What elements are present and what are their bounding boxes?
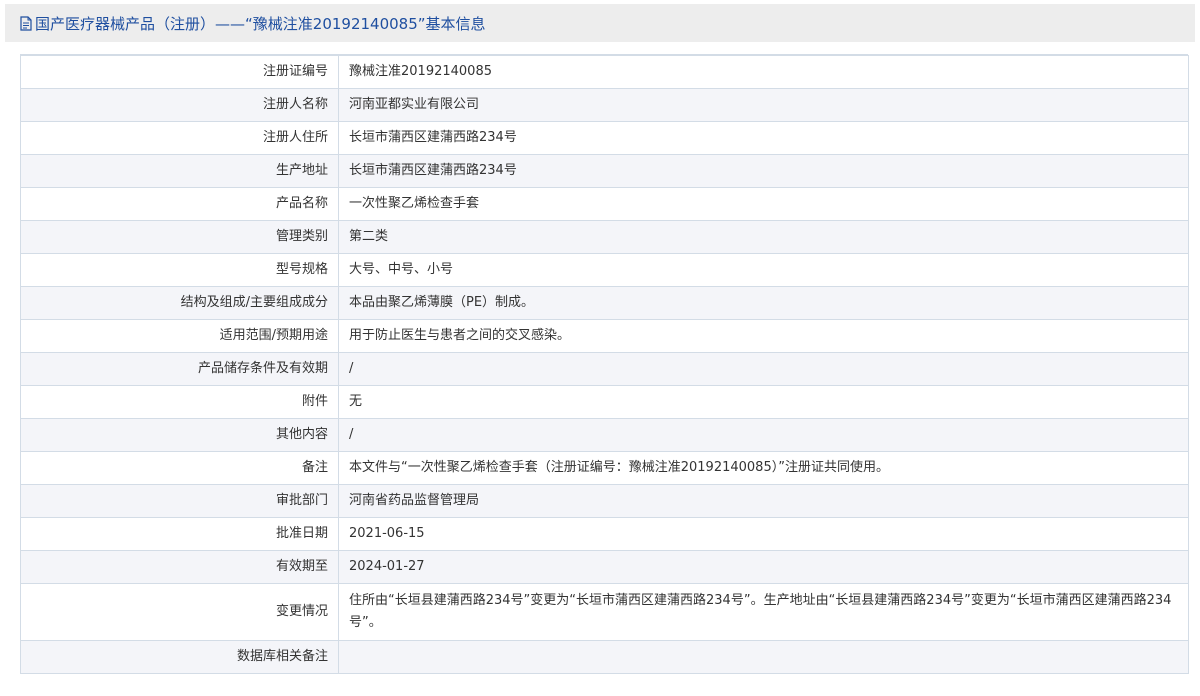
- field-value: 河南省药品监督管理局: [338, 484, 1189, 518]
- info-table-container: 注册证编号 豫械注准20192140085 注册人名称 河南亚都实业有限公司 注…: [20, 54, 1189, 674]
- table-row: 注册人名称 河南亚都实业有限公司: [20, 88, 1189, 122]
- field-value: /: [338, 352, 1189, 386]
- field-value: 河南亚都实业有限公司: [338, 88, 1189, 122]
- field-label: 管理类别: [20, 220, 339, 254]
- field-label: 注册证编号: [20, 55, 339, 89]
- field-label: 变更情况: [20, 583, 339, 641]
- field-label: 注册人住所: [20, 121, 339, 155]
- field-label: 适用范围/预期用途: [20, 319, 339, 353]
- field-value: [338, 640, 1189, 674]
- field-label: 数据库相关备注: [20, 640, 339, 674]
- table-row: 附件 无: [20, 385, 1189, 419]
- table-row: 生产地址 长垣市蒲西区建蒲西路234号: [20, 154, 1189, 188]
- table-row: 注册证编号 豫械注准20192140085: [20, 55, 1189, 89]
- field-label: 生产地址: [20, 154, 339, 188]
- field-label: 产品储存条件及有效期: [20, 352, 339, 386]
- table-row: 管理类别 第二类: [20, 220, 1189, 254]
- field-label: 型号规格: [20, 253, 339, 287]
- table-row: 型号规格 大号、中号、小号: [20, 253, 1189, 287]
- field-value: 住所由“长垣县建蒲西路234号”变更为“长垣市蒲西区建蒲西路234号”。生产地址…: [338, 583, 1189, 641]
- table-row: 审批部门 河南省药品监督管理局: [20, 484, 1189, 518]
- field-label: 批准日期: [20, 517, 339, 551]
- field-value: 大号、中号、小号: [338, 253, 1189, 287]
- field-value: 本文件与“一次性聚乙烯检查手套（注册证编号：豫械注准20192140085）”注…: [338, 451, 1189, 485]
- field-label: 其他内容: [20, 418, 339, 452]
- table-row: 批准日期 2021-06-15: [20, 517, 1189, 551]
- table-row: 适用范围/预期用途 用于防止医生与患者之间的交叉感染。: [20, 319, 1189, 353]
- field-label: 有效期至: [20, 550, 339, 584]
- field-value: 长垣市蒲西区建蒲西路234号: [338, 121, 1189, 155]
- field-label: 附件: [20, 385, 339, 419]
- table-row: 其他内容 /: [20, 418, 1189, 452]
- field-value: 2021-06-15: [338, 517, 1189, 551]
- field-value: 豫械注准20192140085: [338, 55, 1189, 89]
- field-label: 结构及组成/主要组成成分: [20, 286, 339, 320]
- table-row: 注册人住所 长垣市蒲西区建蒲西路234号: [20, 121, 1189, 155]
- page-header: 国产医疗器械产品（注册）——“豫械注准20192140085”基本信息: [5, 4, 1195, 42]
- field-value: 长垣市蒲西区建蒲西路234号: [338, 154, 1189, 188]
- table-row: 数据库相关备注: [20, 640, 1189, 674]
- table-row: 有效期至 2024-01-27: [20, 550, 1189, 584]
- table-row: 变更情况 住所由“长垣县建蒲西路234号”变更为“长垣市蒲西区建蒲西路234号”…: [20, 583, 1189, 641]
- info-table: 注册证编号 豫械注准20192140085 注册人名称 河南亚都实业有限公司 注…: [20, 55, 1189, 674]
- field-label: 注册人名称: [20, 88, 339, 122]
- field-value: /: [338, 418, 1189, 452]
- field-value: 2024-01-27: [338, 550, 1189, 584]
- page-title: 国产医疗器械产品（注册）——“豫械注准20192140085”基本信息: [35, 14, 486, 33]
- document-icon: [20, 15, 32, 31]
- field-value: 用于防止医生与患者之间的交叉感染。: [338, 319, 1189, 353]
- table-row: 产品储存条件及有效期 /: [20, 352, 1189, 386]
- field-value: 第二类: [338, 220, 1189, 254]
- field-label: 审批部门: [20, 484, 339, 518]
- table-row: 结构及组成/主要组成成分 本品由聚乙烯薄膜（PE）制成。: [20, 286, 1189, 320]
- table-row: 备注 本文件与“一次性聚乙烯检查手套（注册证编号：豫械注准20192140085…: [20, 451, 1189, 485]
- field-value: 本品由聚乙烯薄膜（PE）制成。: [338, 286, 1189, 320]
- field-label: 产品名称: [20, 187, 339, 221]
- field-label: 备注: [20, 451, 339, 485]
- field-value: 一次性聚乙烯检查手套: [338, 187, 1189, 221]
- field-value: 无: [338, 385, 1189, 419]
- table-row: 产品名称 一次性聚乙烯检查手套: [20, 187, 1189, 221]
